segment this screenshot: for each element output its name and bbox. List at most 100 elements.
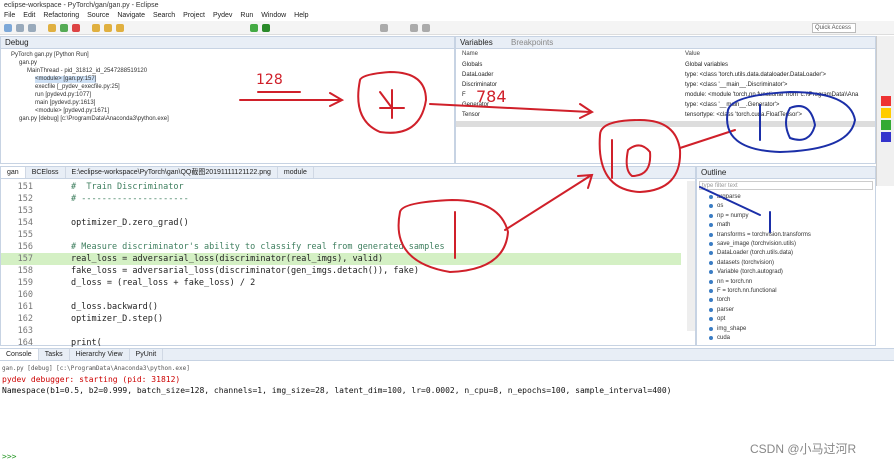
search-icon[interactable] — [380, 24, 388, 32]
tab-image[interactable]: E:\eclipse-workspace\PyTorch\gan\QQ截图201… — [66, 167, 278, 178]
debug-process[interactable]: gan.py — [19, 60, 37, 67]
tab-hierarchy-view[interactable]: Hierarchy View — [70, 349, 130, 360]
code-line[interactable]: 163 — [1, 325, 681, 337]
menu-refactoring[interactable]: Refactoring — [43, 11, 79, 21]
debug-run-icon[interactable] — [250, 24, 258, 32]
tab-console[interactable]: Console — [0, 349, 39, 360]
outline-item[interactable]: parser — [717, 306, 734, 314]
outline-tab[interactable]: Outline — [697, 167, 875, 179]
console-debugger-line: pydev debugger: starting (pid: 31812) — [2, 375, 181, 384]
outline-item[interactable]: Variable (torch.autograd) — [717, 268, 783, 276]
outline-item[interactable]: transforms = torchvision.transforms — [717, 231, 811, 239]
tab-pyunit[interactable]: PyUnit — [130, 349, 164, 360]
color-swatch[interactable] — [881, 120, 891, 130]
console-prompt[interactable]: >>> — [2, 451, 16, 462]
editor-scrollbar[interactable] — [687, 181, 695, 331]
outline-item[interactable]: datasets (torchvision) — [717, 259, 774, 267]
back-icon[interactable] — [410, 24, 418, 32]
run-icon[interactable] — [262, 24, 270, 32]
variable-name[interactable]: F — [462, 91, 466, 99]
forward-icon[interactable] — [422, 24, 430, 32]
code-line[interactable]: 152 # --------------------- — [1, 193, 681, 205]
code-text: # --------------------- — [71, 194, 189, 204]
outline-item[interactable]: argparse — [717, 193, 741, 201]
code-line[interactable]: 162 optimizer_D.step() — [1, 313, 681, 325]
variable-name[interactable]: Generator — [462, 101, 489, 109]
tab-tasks[interactable]: Tasks — [39, 349, 70, 360]
step-over-icon[interactable] — [104, 24, 112, 32]
tab-breakpoints[interactable]: Breakpoints — [511, 38, 553, 47]
menu-pydev[interactable]: Pydev — [213, 11, 232, 21]
code-line[interactable]: 157 real_loss = adversarial_loss(discrimi… — [1, 253, 681, 265]
debug-tab[interactable]: Debug — [1, 37, 454, 49]
tab-bceloss[interactable]: BCEloss — [26, 167, 66, 178]
menu-search[interactable]: Search — [153, 11, 175, 21]
menu-edit[interactable]: Edit — [23, 11, 35, 21]
outline-item[interactable]: img_shape — [717, 325, 746, 333]
code-line[interactable]: 153 — [1, 205, 681, 217]
code-text: d_loss.backward() — [71, 302, 158, 312]
menu-project[interactable]: Project — [183, 11, 205, 21]
outline-item[interactable]: DataLoader (torch.utils.data) — [717, 249, 793, 257]
code-line[interactable]: 154 optimizer_D.zero_grad() — [1, 217, 681, 229]
code-line[interactable]: 158 fake_loss = adversarial_loss(discrimi… — [1, 265, 681, 277]
variable-name[interactable]: Tensor — [462, 111, 480, 119]
tab-variables[interactable]: Variables — [460, 38, 493, 47]
menu-help[interactable]: Help — [294, 11, 308, 21]
menu-file[interactable]: File — [4, 11, 15, 21]
outline-item[interactable]: cuda — [717, 334, 730, 342]
terminate-icon[interactable] — [72, 24, 80, 32]
outline-item[interactable]: save_image (torchvision.utils) — [717, 240, 796, 248]
outline-item[interactable]: os — [717, 202, 723, 210]
skip-breakpoints-icon[interactable] — [48, 24, 56, 32]
outline-item[interactable]: torch — [717, 296, 730, 304]
debug-launch[interactable]: PyTorch gan.py [Python Run] — [11, 52, 89, 59]
step-into-icon[interactable] — [92, 24, 100, 32]
stack-frame[interactable]: execfile [_pydev_execfile.py:25] — [35, 84, 120, 91]
outline-item[interactable]: opt — [717, 315, 725, 323]
variable-name[interactable]: Globals — [462, 61, 482, 69]
code-line[interactable]: 159 d_loss = (real_loss + fake_loss) / 2 — [1, 277, 681, 289]
stack-frame-current[interactable]: <module> [gan.py:157] — [35, 76, 97, 83]
variable-name[interactable]: DataLoader — [462, 71, 493, 79]
new-icon[interactable] — [4, 24, 12, 32]
code-line[interactable]: 161 d_loss.backward() — [1, 301, 681, 313]
debug-interpreter[interactable]: gan.py [debug] [c:\ProgramData\Anaconda3… — [19, 116, 169, 123]
step-return-icon[interactable] — [116, 24, 124, 32]
console-header: gan.py [debug] [c:\ProgramData\Anaconda3… — [2, 365, 190, 372]
stack-frame[interactable]: main [pydevd.py:1613] — [35, 100, 95, 107]
outline-item[interactable]: F = torch.nn.functional — [717, 287, 777, 295]
outline-item[interactable]: math — [717, 221, 730, 229]
stack-frame[interactable]: <module> [pydevd.py:1671] — [35, 108, 109, 115]
import-icon — [709, 260, 713, 265]
code-line[interactable]: 151 # Train Discriminator — [1, 181, 681, 193]
resume-icon[interactable] — [60, 24, 68, 32]
outline-item[interactable]: np = numpy — [717, 212, 749, 220]
variable-value: module: <module 'torch.nn.functional' fr… — [685, 92, 859, 98]
tab-gan[interactable]: gan — [1, 167, 26, 178]
color-swatch[interactable] — [881, 108, 891, 118]
line-number: 155 — [17, 230, 33, 240]
stack-frame[interactable]: run [pydevd.py:1077] — [35, 92, 91, 99]
quick-access-input[interactable]: Quick Access — [812, 23, 856, 33]
debug-thread[interactable]: MainThread - pid_31812_id_2547288519120 — [27, 68, 147, 75]
variable-name[interactable]: Discriminator — [462, 81, 497, 89]
name-column-header[interactable]: Name — [462, 51, 478, 57]
outline-filter-input[interactable]: type filter text — [699, 181, 873, 190]
save-icon[interactable] — [16, 24, 24, 32]
color-swatch[interactable] — [881, 96, 891, 106]
value-column-header[interactable]: Value — [685, 51, 700, 57]
code-line[interactable]: 156 # Measure discriminator's ability to … — [1, 241, 681, 253]
print-icon[interactable] — [28, 24, 36, 32]
tab-module[interactable]: module — [278, 167, 314, 178]
code-line[interactable]: 160 — [1, 289, 681, 301]
color-swatch[interactable] — [881, 132, 891, 142]
import-icon — [709, 223, 713, 228]
menu-navigate[interactable]: Navigate — [117, 11, 145, 21]
menu-source[interactable]: Source — [87, 11, 109, 21]
menu-window[interactable]: Window — [261, 11, 286, 21]
outline-item[interactable]: nn = torch.nn — [717, 278, 752, 286]
menu-run[interactable]: Run — [240, 11, 253, 21]
variables-scrollbar[interactable] — [456, 121, 875, 127]
code-line[interactable]: 155 — [1, 229, 681, 241]
